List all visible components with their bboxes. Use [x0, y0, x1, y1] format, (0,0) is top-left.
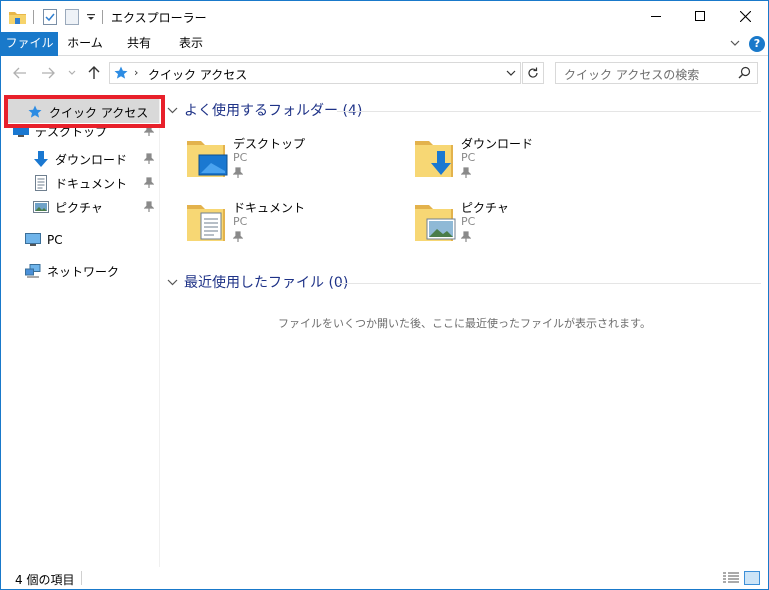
recent-files-empty-message: ファイルをいくつか開いた後、ここに最近使ったファイルが表示されます。 [278, 317, 651, 330]
sidebar-item-network[interactable]: ネットワーク [25, 260, 119, 282]
explorer-window: エクスプローラー ファイル ホーム 共有 表示 ? › クイック アクセス クイ… [0, 0, 769, 590]
computer-icon [25, 232, 41, 248]
chevron-down-icon[interactable] [729, 37, 743, 51]
chevron-down-icon [68, 70, 76, 75]
forward-button[interactable] [39, 64, 57, 82]
close-button[interactable] [722, 1, 768, 31]
folder-tile-desktop[interactable]: デスクトップ PC [187, 135, 387, 191]
back-button[interactable] [11, 64, 29, 82]
title-bar: エクスプローラー [1, 1, 768, 32]
recent-locations-button[interactable] [65, 64, 79, 82]
chevron-down-icon [167, 107, 179, 114]
properties-icon[interactable] [43, 7, 59, 27]
new-folder-icon[interactable] [65, 7, 81, 27]
sidebar-item-pc[interactable]: PC [25, 229, 63, 251]
tab-share[interactable]: 共有 [117, 32, 161, 56]
search-input[interactable]: クイック アクセスの検索 [555, 62, 758, 84]
document-icon [33, 175, 49, 191]
refresh-button[interactable] [522, 62, 544, 84]
pin-icon [461, 231, 471, 242]
pin-icon [233, 231, 243, 242]
item-count: 4 個の項目 [15, 573, 75, 587]
folder-location: PC [461, 151, 476, 164]
folder-location: PC [461, 215, 476, 228]
document-folder-icon [187, 205, 225, 241]
help-icon[interactable]: ? [749, 36, 765, 52]
folder-tile-documents[interactable]: ドキュメント PC [187, 199, 387, 255]
folder-location: PC [233, 151, 248, 164]
status-separator [81, 571, 82, 585]
sidebar-item-label: ネットワーク [47, 264, 120, 279]
download-folder-icon [415, 141, 453, 177]
star-icon [114, 66, 128, 83]
arrow-up-icon [88, 66, 100, 79]
pin-icon [144, 177, 154, 188]
network-icon [25, 263, 41, 279]
pin-icon [233, 167, 243, 178]
picture-icon [33, 199, 49, 215]
refresh-icon [528, 67, 538, 78]
sidebar-item-label: PC [47, 233, 63, 247]
tab-view[interactable]: 表示 [169, 32, 213, 56]
close-icon [739, 10, 751, 22]
search-placeholder: クイック アクセスの検索 [564, 68, 700, 82]
address-bar[interactable]: › クイック アクセス [109, 62, 521, 84]
group-header-recent-files[interactable]: 最近使用したファイル (0) [167, 272, 348, 292]
arrow-right-icon [42, 67, 55, 79]
up-button[interactable] [85, 64, 103, 82]
details-view-icon[interactable] [723, 572, 739, 587]
sidebar-item-label: ダウンロード [55, 152, 128, 167]
sidebar-item-pictures[interactable]: ピクチャ [33, 196, 103, 218]
chevron-down-icon[interactable] [506, 67, 516, 81]
ribbon-tabs: ファイル ホーム 共有 表示 ? [1, 32, 768, 56]
group-header-frequent-folders[interactable]: よく使用するフォルダー (4) [167, 100, 362, 120]
sidebar-item-label: ドキュメント [55, 176, 128, 191]
maximize-icon [695, 11, 705, 21]
sidebar-item-downloads[interactable]: ダウンロード [33, 148, 127, 170]
desktop-folder-icon [187, 141, 228, 177]
customize-toolbar-icon[interactable] [86, 7, 98, 27]
sidebar-item-documents[interactable]: ドキュメント [33, 172, 127, 194]
sidebar-item-label: ピクチャ [55, 200, 103, 215]
folder-name: ピクチャ [461, 201, 509, 215]
arrow-left-icon [13, 67, 26, 79]
folder-location: PC [233, 215, 248, 228]
highlight-annotation-box [4, 95, 165, 128]
pin-icon [144, 153, 154, 164]
title-separator [102, 10, 103, 24]
pin-icon [461, 167, 471, 178]
breadcrumb-chevron-icon[interactable]: › [134, 66, 138, 79]
folder-name: ドキュメント [233, 201, 306, 215]
folder-tile-pictures[interactable]: ピクチャ PC [415, 199, 615, 255]
group-divider [337, 283, 761, 284]
minimize-icon [651, 16, 661, 17]
tab-home[interactable]: ホーム [63, 32, 107, 56]
group-divider [337, 111, 761, 112]
minimize-button[interactable] [633, 1, 679, 31]
chevron-down-icon [167, 279, 179, 286]
folder-name: ダウンロード [461, 137, 534, 151]
maximize-button[interactable] [677, 1, 723, 31]
window-title: エクスプローラー [111, 11, 207, 25]
group-title: 最近使用したファイル (0) [184, 275, 349, 291]
toolbar-separator [33, 10, 34, 24]
folder-name: デスクトップ [233, 137, 306, 151]
tab-file[interactable]: ファイル [1, 32, 58, 56]
folder-icon [9, 7, 26, 27]
download-icon [33, 151, 49, 167]
navigation-pane: デスクトップ ダウンロード ドキュメント ピクチャ PC ネットワーク クイック… [1, 95, 165, 567]
search-icon [738, 66, 751, 82]
large-icons-view-icon[interactable] [744, 571, 760, 585]
breadcrumb[interactable]: クイック アクセス [148, 66, 247, 83]
group-title: よく使用するフォルダー (4) [184, 103, 363, 119]
status-bar: 4 個の項目 [1, 567, 768, 589]
pin-icon [144, 201, 154, 212]
picture-folder-icon [415, 205, 456, 241]
folder-tile-downloads[interactable]: ダウンロード PC [415, 135, 615, 191]
